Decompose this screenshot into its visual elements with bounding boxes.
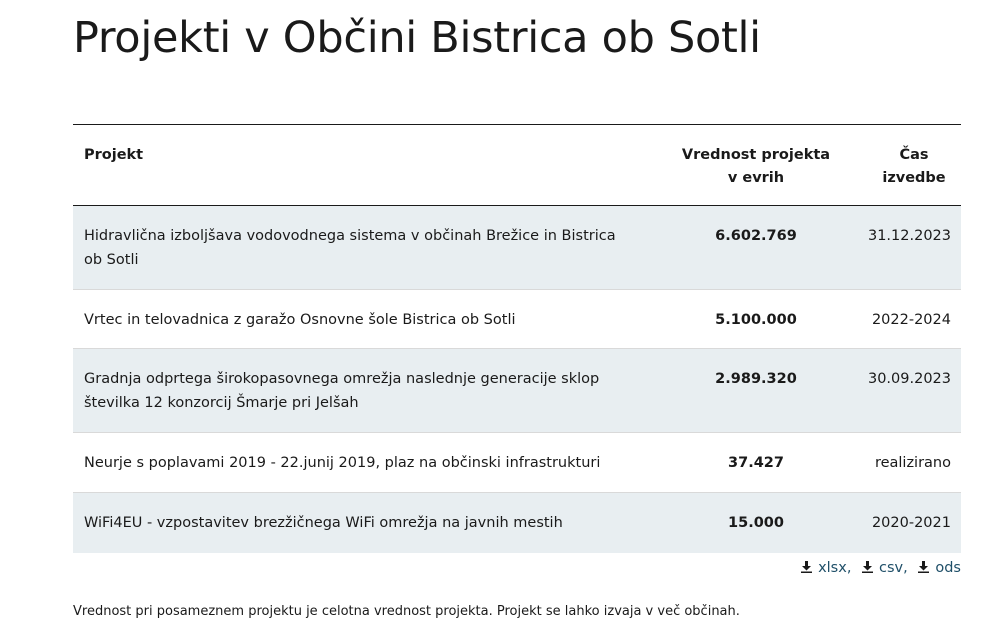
table-header: Projekt Vrednost projekta v evrih Čas iz… — [73, 125, 961, 206]
projects-table: Projekt Vrednost projekta v evrih Čas iz… — [73, 124, 961, 553]
row-time: 31.12.2023 — [867, 228, 951, 244]
page: Projekti v Občini Bistrica ob Sotli Proj… — [0, 0, 995, 631]
row-time: realizirano — [874, 455, 951, 471]
table-row: Neurje s poplavami 2019 - 22.junij 2019,… — [73, 433, 961, 493]
table-row: Gradnja odprtega širokopasovnega omrežja… — [73, 349, 961, 433]
download-xlsx-link[interactable]: xlsx — [801, 560, 847, 576]
row-project: Hidravlična izboljšava vodovodnega siste… — [84, 228, 616, 268]
download-links: xlsx, csv, ods — [801, 560, 961, 576]
header-project: Projekt — [84, 147, 144, 163]
separator: , — [846, 560, 852, 576]
download-csv-link[interactable]: csv — [862, 560, 903, 576]
download-ods-label: ods — [935, 560, 961, 576]
table-row: Hidravlična izboljšava vodovodnega siste… — [73, 206, 961, 290]
download-icon — [918, 561, 930, 573]
download-ods-link[interactable]: ods — [918, 560, 961, 576]
table-row: Vrtec in telovadnica z garažo Osnovne šo… — [73, 290, 961, 349]
row-project: Gradnja odprtega širokopasovnega omrežja… — [84, 371, 600, 411]
row-project: WiFi4EU - vzpostavitev brezžičnega WiFi … — [84, 515, 563, 531]
download-icon — [801, 561, 813, 573]
page-title: Projekti v Občini Bistrica ob Sotli — [73, 13, 761, 63]
download-icon — [862, 561, 874, 573]
row-value: 2.989.320 — [715, 371, 797, 387]
row-time: 2020-2021 — [871, 515, 951, 531]
header-value-label: Vrednost projekta v evrih — [681, 147, 831, 186]
header-value: Vrednost projekta v evrih — [653, 125, 859, 205]
row-value: 6.602.769 — [715, 228, 797, 244]
row-project: Neurje s poplavami 2019 - 22.junij 2019,… — [84, 455, 601, 471]
row-value: 15.000 — [728, 515, 784, 531]
row-time: 2022-2024 — [871, 312, 951, 328]
table-row: WiFi4EU - vzpostavitev brezžičnega WiFi … — [73, 493, 961, 553]
footnote: Vrednost pri posameznem projektu je celo… — [73, 604, 740, 619]
row-value: 37.427 — [728, 455, 784, 471]
download-csv-label: csv — [879, 560, 904, 576]
row-value: 5.100.000 — [715, 312, 797, 328]
header-time: Čas izvedbe — [859, 125, 961, 205]
row-project: Vrtec in telovadnica z garažo Osnovne šo… — [84, 312, 516, 328]
download-xlsx-label: xlsx — [818, 560, 847, 576]
separator: , — [903, 560, 908, 576]
header-time-label: Čas izvedbe — [882, 147, 946, 186]
row-time: 30.09.2023 — [867, 371, 951, 387]
